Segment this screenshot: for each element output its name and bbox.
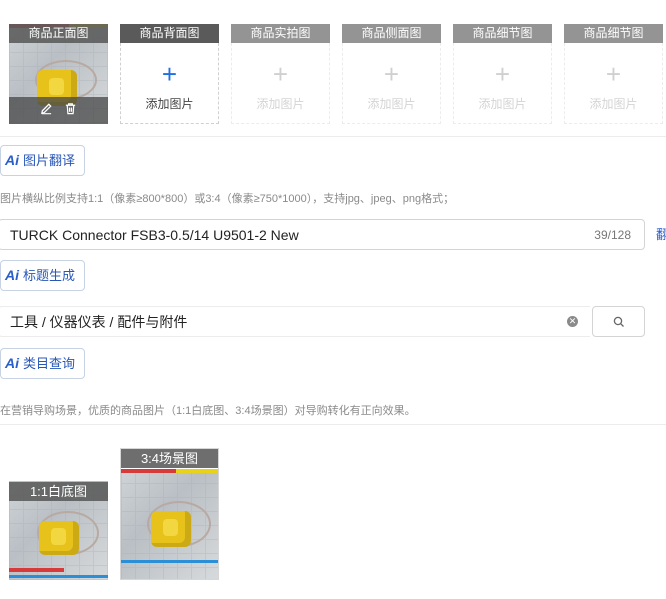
image-action-bar bbox=[9, 97, 108, 124]
ai-icon: Ai bbox=[5, 267, 19, 283]
front-image-slot[interactable]: 商品正面图 bbox=[9, 24, 108, 124]
detail-image-slot-2[interactable]: 商品细节图 + 添加图片 bbox=[564, 24, 663, 124]
divider bbox=[0, 136, 666, 137]
image-translate-label: 图片翻译 bbox=[23, 153, 76, 168]
side-image-caption: 商品侧面图 bbox=[342, 24, 441, 43]
white-background-caption: 1:1白底图 bbox=[9, 482, 108, 501]
delete-icon[interactable] bbox=[64, 97, 77, 124]
photo-blue-strip bbox=[121, 560, 218, 563]
side-image-slot[interactable]: 商品侧面图 + 添加图片 bbox=[342, 24, 441, 124]
scene-image[interactable]: 3:4场景图 bbox=[120, 448, 219, 580]
upload-box[interactable]: + 添加图片 bbox=[120, 43, 219, 124]
photo-device bbox=[39, 521, 79, 555]
detail-image-slot-1[interactable]: 商品细节图 + 添加图片 bbox=[453, 24, 552, 124]
edit-icon[interactable] bbox=[40, 97, 53, 124]
photo-device bbox=[151, 511, 191, 547]
plus-icon: + bbox=[161, 59, 178, 89]
add-image-label: 添加图片 bbox=[478, 97, 527, 111]
title-input-value: TURCK Connector FSB3-0.5/14 U9501-2 New bbox=[10, 227, 299, 243]
front-image-caption: 商品正面图 bbox=[9, 24, 108, 43]
upload-box[interactable]: + 添加图片 bbox=[453, 43, 552, 124]
plus-icon: + bbox=[605, 59, 622, 89]
title-generate-button[interactable]: Ai 标题生成 bbox=[0, 260, 86, 291]
category-query-label: 类目查询 bbox=[23, 356, 76, 371]
plus-icon: + bbox=[272, 59, 289, 89]
scene-image-caption: 3:4场景图 bbox=[121, 449, 218, 468]
clear-icon[interactable]: ✕ bbox=[567, 316, 578, 327]
title-generate-label: 标题生成 bbox=[23, 268, 76, 283]
plus-icon: + bbox=[494, 59, 511, 89]
marketing-image-hint: 在营销导购场景，优质的商品图片（1:1白底图、3:4场景图）对导购转化有正向效果… bbox=[0, 405, 416, 417]
ai-icon: Ai bbox=[5, 152, 19, 168]
add-image-label: 添加图片 bbox=[145, 97, 194, 111]
add-image-label: 添加图片 bbox=[367, 97, 416, 111]
photo-red-strip bbox=[121, 469, 176, 473]
divider bbox=[0, 424, 666, 425]
category-input[interactable]: 工具 / 仪器仪表 / 配件与附件 ✕ bbox=[0, 306, 590, 337]
add-image-label: 添加图片 bbox=[589, 97, 638, 111]
search-icon bbox=[613, 316, 624, 327]
photo-yellow-strip bbox=[176, 469, 218, 473]
category-input-value: 工具 / 仪器仪表 / 配件与附件 bbox=[10, 314, 188, 330]
image-translate-button[interactable]: Ai 图片翻译 bbox=[0, 145, 86, 176]
plus-icon: + bbox=[383, 59, 400, 89]
detail-image-caption: 商品细节图 bbox=[564, 24, 663, 43]
white-background-image[interactable]: 1:1白底图 bbox=[9, 481, 108, 580]
photo-blue-strip bbox=[9, 575, 108, 578]
real-shot-caption: 商品实拍图 bbox=[231, 24, 330, 43]
photo-red-strip bbox=[9, 568, 64, 572]
image-format-hint: 图片横纵比例支持1:1（像素≥800*800）或3:4（像素≥750*1000）… bbox=[0, 193, 455, 205]
ai-icon: Ai bbox=[5, 355, 19, 371]
back-image-slot[interactable]: 商品背面图 + 添加图片 bbox=[120, 24, 219, 124]
real-shot-image-slot[interactable]: 商品实拍图 + 添加图片 bbox=[231, 24, 330, 124]
category-search-button[interactable] bbox=[592, 306, 645, 337]
category-query-button[interactable]: Ai 类目查询 bbox=[0, 348, 86, 379]
translate-link[interactable]: 翻 bbox=[656, 224, 666, 243]
detail-image-caption: 商品细节图 bbox=[453, 24, 552, 43]
upload-box[interactable]: + 添加图片 bbox=[231, 43, 330, 124]
back-image-caption: 商品背面图 bbox=[120, 24, 219, 43]
upload-box[interactable]: + 添加图片 bbox=[342, 43, 441, 124]
upload-box[interactable]: + 添加图片 bbox=[564, 43, 663, 124]
add-image-label: 添加图片 bbox=[256, 97, 305, 111]
title-input[interactable]: TURCK Connector FSB3-0.5/14 U9501-2 New … bbox=[0, 219, 645, 250]
title-char-count: 39/128 bbox=[594, 228, 631, 242]
